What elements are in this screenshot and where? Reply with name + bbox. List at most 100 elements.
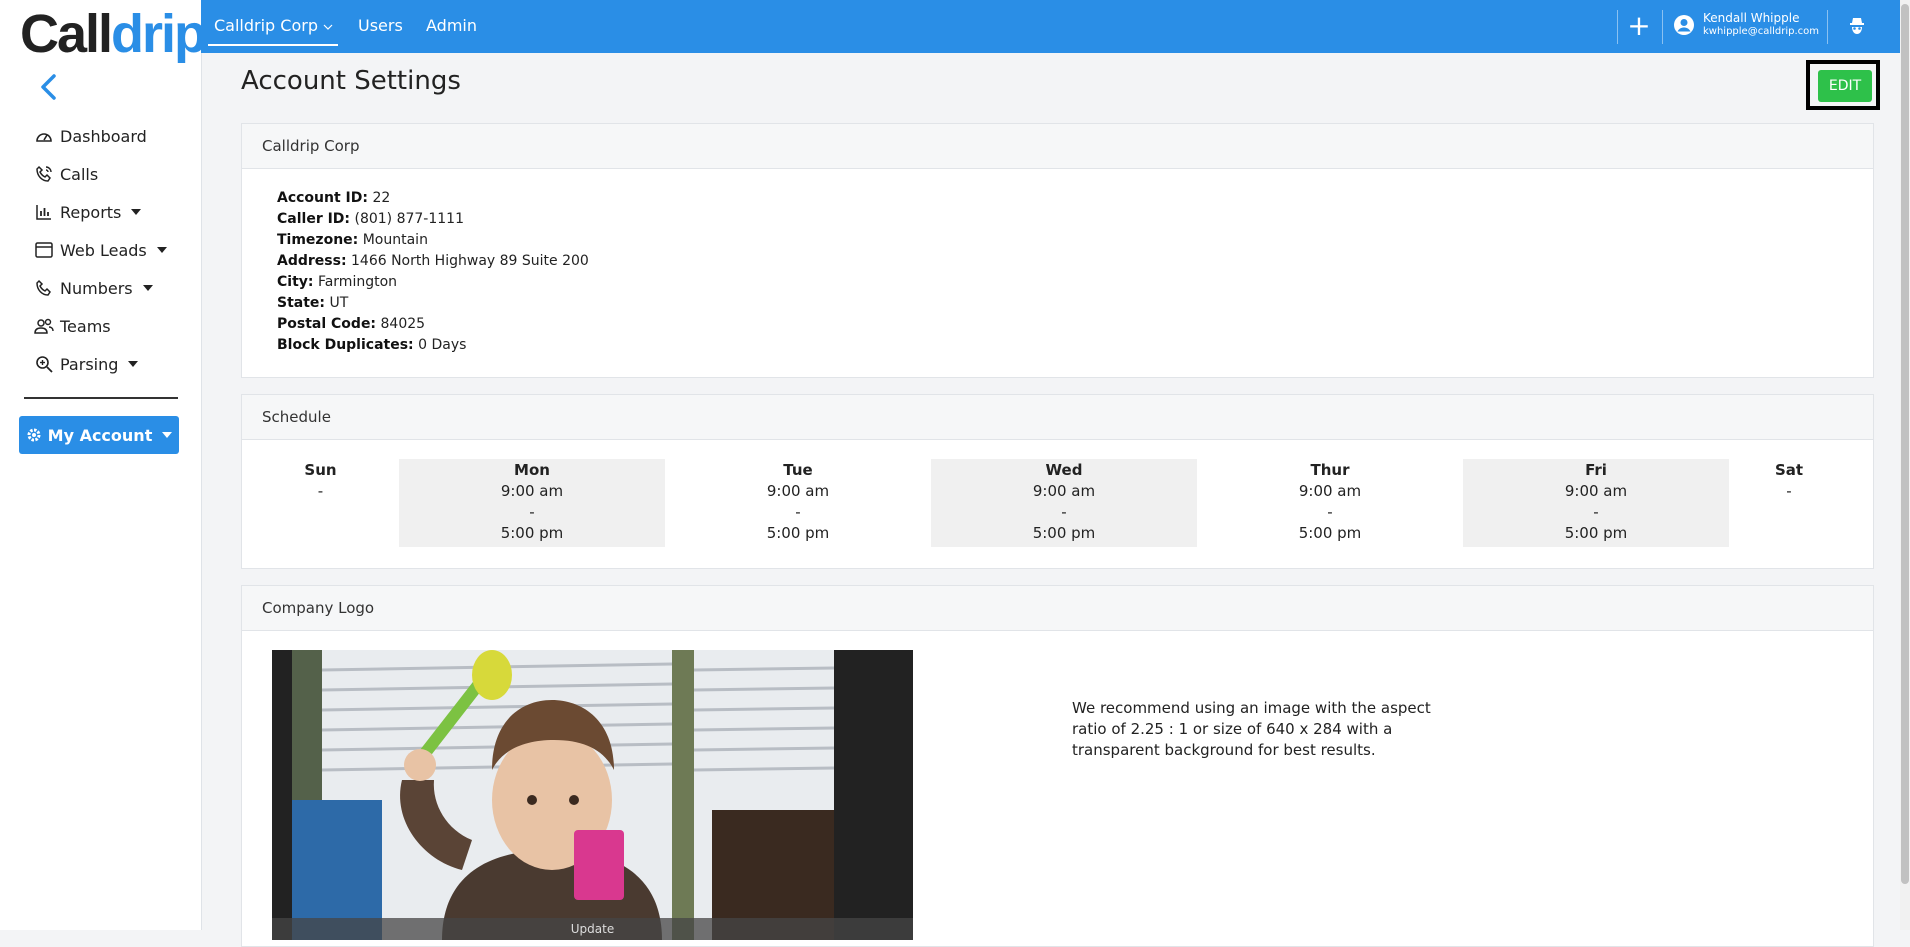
my-account-button[interactable]: My Account (19, 416, 179, 454)
logo-photo (292, 650, 834, 940)
schedule-day-mon: Mon 9:00 am - 5:00 pm (399, 459, 665, 547)
day-name: Thur (1310, 461, 1350, 479)
navbar-divider (1827, 10, 1828, 44)
browser-window-icon (35, 242, 53, 258)
detail-label: Block Duplicates: (277, 337, 414, 353)
sidebar-item-dashboard[interactable]: Dashboard (34, 126, 147, 146)
sidebar-item-label: Web Leads (60, 240, 147, 260)
time-separator: - (795, 503, 801, 521)
logo-recommendation-text: We recommend using an image with the asp… (1072, 699, 1431, 759)
open-time: 9:00 am (500, 482, 564, 500)
detail-row: State: UT (277, 293, 589, 314)
user-name: Kendall Whipple (1703, 11, 1800, 25)
day-name: Sat (1774, 461, 1804, 479)
chevron-down-icon (128, 361, 139, 367)
sidebar-item-web-leads[interactable]: Web Leads (34, 240, 167, 260)
update-logo-button[interactable]: Update (272, 918, 913, 940)
detail-row: Account ID: 22 (277, 188, 589, 209)
sidebar: Calldrip Dashboard Calls Reports Web Lea… (0, 0, 207, 930)
account-info-card: Calldrip Corp Account ID: 22 Caller ID: … (241, 123, 1874, 378)
schedule-card: Schedule Sun - Mon 9:00 am - 5:00 pm Tue… (241, 394, 1874, 569)
detail-label: Postal Code: (277, 316, 377, 332)
schedule-row: Sun - Mon 9:00 am - 5:00 pm Tue 9:00 am … (242, 459, 1873, 547)
calldrip-logo[interactable]: Calldrip (20, 4, 207, 64)
chevron-down-icon (142, 285, 153, 291)
detail-row: Caller ID: (801) 877-1111 (277, 209, 589, 230)
edit-button[interactable]: EDIT (1818, 70, 1872, 102)
account-details: Account ID: 22 Caller ID: (801) 877-1111… (277, 188, 589, 356)
card-title: Calldrip Corp (242, 124, 1873, 169)
close-time: 5:00 pm (1032, 524, 1096, 542)
detail-label: Address: (277, 253, 347, 269)
logo-part-2: drip (111, 4, 207, 64)
schedule-day-wed: Wed 9:00 am - 5:00 pm (931, 459, 1197, 547)
detail-value: (801) 877-1111 (354, 211, 464, 227)
users-icon (34, 318, 54, 334)
detail-value: 0 Days (418, 337, 467, 353)
close-time: 5:00 pm (500, 524, 564, 542)
sidebar-item-numbers[interactable]: Numbers (34, 278, 153, 298)
detail-label: Timezone: (277, 232, 359, 248)
chevron-down-icon (162, 432, 173, 438)
detail-value: 84025 (380, 316, 426, 332)
user-email: kwhipple@calldrip.com (1703, 26, 1820, 37)
top-navbar: Calldrip Corp Users Admin + Kendall Whip… (201, 0, 1910, 53)
close-time: 5:00 pm (1298, 524, 1362, 542)
day-name: Fri (1585, 461, 1607, 479)
tab-label: Calldrip Corp (214, 16, 318, 35)
sidebar-item-label: Dashboard (60, 126, 147, 146)
sidebar-item-parsing[interactable]: Parsing (34, 354, 139, 374)
phone-icon (36, 279, 51, 296)
sidebar-item-calls[interactable]: Calls (34, 164, 98, 184)
magnify-plus-icon (36, 356, 53, 373)
detail-row: City: Farmington (277, 272, 589, 293)
sidebar-item-label: Parsing (60, 354, 119, 374)
day-name: Wed (1045, 461, 1083, 479)
detail-label: State: (277, 295, 326, 311)
detail-label: Caller ID: (277, 211, 351, 227)
tab-calldrip-corp[interactable]: Calldrip Corp (214, 16, 333, 35)
tab-admin[interactable]: Admin (426, 16, 477, 35)
add-button[interactable]: + (1625, 12, 1653, 40)
card-title: Schedule (242, 395, 1873, 440)
time-separator: - (1061, 503, 1067, 521)
sidebar-item-reports[interactable]: Reports (34, 202, 142, 222)
open-time: 9:00 am (1298, 482, 1362, 500)
company-logo-image[interactable]: Update (272, 650, 913, 940)
time-separator: - (529, 503, 535, 521)
day-name: Sun (304, 461, 337, 479)
page-scrollbar-thumb[interactable] (1901, 4, 1909, 884)
day-name: Mon (514, 461, 550, 479)
schedule-day-fri: Fri 9:00 am - 5:00 pm (1463, 459, 1729, 547)
sidebar-item-label: Reports (60, 202, 122, 222)
detail-row: Postal Code: 84025 (277, 314, 589, 335)
sidebar-item-teams[interactable]: Teams (34, 316, 111, 336)
time-separator: - (1327, 503, 1333, 521)
detail-value: Mountain (362, 232, 428, 248)
time-separator: - (1786, 482, 1792, 500)
detail-row: Address: 1466 North Highway 89 Suite 200 (277, 251, 589, 272)
close-time: 5:00 pm (1564, 524, 1628, 542)
detail-value: Farmington (317, 274, 398, 290)
schedule-day-sat: Sat - (1729, 459, 1849, 547)
detail-value: 1466 North Highway 89 Suite 200 (351, 253, 589, 269)
sidebar-divider (24, 397, 178, 399)
back-chevron-icon[interactable] (36, 72, 62, 102)
tab-users[interactable]: Users (358, 16, 403, 35)
schedule-day-thur: Thur 9:00 am - 5:00 pm (1197, 459, 1463, 547)
close-time: 5:00 pm (766, 524, 830, 542)
page-title: Account Settings (241, 66, 461, 96)
dashboard-gauge-icon (36, 133, 52, 142)
chevron-down-icon (131, 209, 142, 215)
gear-icon (27, 428, 41, 442)
detail-value: UT (329, 295, 349, 311)
schedule-day-sun: Sun - (242, 459, 399, 547)
active-tab-indicator (208, 44, 338, 46)
sidebar-item-label: Calls (60, 164, 99, 184)
sidebar-item-label: Numbers (60, 278, 133, 298)
open-time: 9:00 am (766, 482, 830, 500)
incognito-icon[interactable] (1846, 15, 1868, 37)
user-menu[interactable]: Kendall Whipple kwhipple@calldrip.com (1673, 11, 1819, 39)
navbar-divider (1617, 10, 1618, 44)
detail-row: Timezone: Mountain (277, 230, 589, 251)
